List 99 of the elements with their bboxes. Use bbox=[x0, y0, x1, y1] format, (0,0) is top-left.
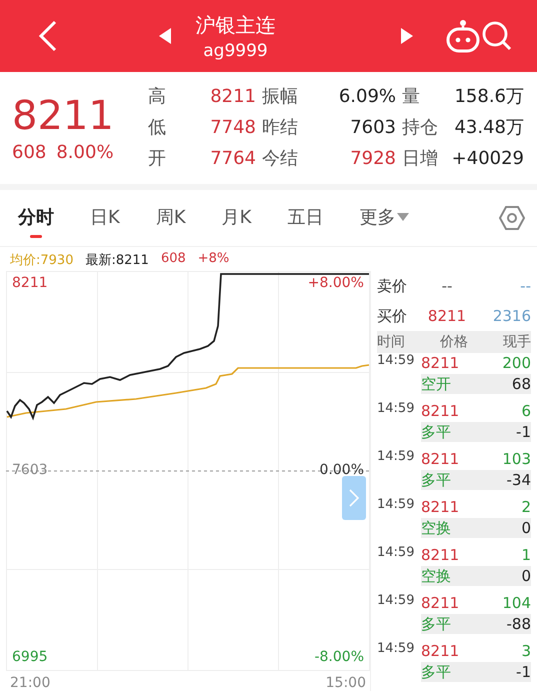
price-axis-label: 7603 bbox=[12, 461, 48, 479]
book-volume: -- bbox=[519, 277, 531, 295]
position-change: 0 bbox=[521, 518, 531, 538]
time-axis-label: 15:00 bbox=[326, 675, 366, 691]
tick-type: 空换 bbox=[421, 566, 451, 586]
tick-volume: 103 bbox=[502, 449, 531, 469]
price-change: 608 bbox=[12, 142, 46, 162]
stat-value: 43.48万 bbox=[453, 116, 524, 140]
contract-code: ag9999 bbox=[203, 40, 268, 60]
tick-type: 多平 bbox=[421, 662, 451, 682]
previous-button[interactable] bbox=[159, 28, 171, 44]
assistant-button[interactable] bbox=[445, 19, 481, 53]
left-triangle-icon bbox=[159, 28, 171, 44]
stat-label: 低 bbox=[147, 116, 166, 140]
column-header: 时间 bbox=[377, 333, 405, 351]
price-axis-label: 6995 bbox=[12, 648, 48, 666]
last-price: 8211 bbox=[12, 94, 115, 138]
column-header: 现手 bbox=[503, 333, 531, 351]
stat-value: 8211 bbox=[209, 85, 256, 109]
tick-volume: 1 bbox=[521, 545, 531, 565]
tick-price: 8211 bbox=[421, 641, 460, 661]
time-axis-label: 21:00 bbox=[10, 675, 50, 691]
tick-time: 14:59 bbox=[377, 449, 416, 466]
tick-type: 多平 bbox=[421, 422, 451, 442]
book-volume: 2316 bbox=[492, 307, 531, 325]
tick-type: 空开 bbox=[421, 374, 451, 394]
position-change: -88 bbox=[506, 614, 531, 634]
tick-price: 8211 bbox=[421, 497, 460, 517]
book-price: -- bbox=[440, 277, 454, 295]
caret-icon bbox=[397, 212, 410, 222]
back-button[interactable] bbox=[38, 20, 58, 52]
period-tab[interactable]: 月K bbox=[222, 197, 252, 239]
more-tab[interactable]: 更多 bbox=[359, 197, 410, 239]
stat-label: 高 bbox=[147, 85, 166, 109]
percent-axis-label: +8.00% bbox=[308, 274, 364, 292]
latest-price: 最新:8211 bbox=[85, 252, 149, 270]
position-change: 68 bbox=[512, 374, 531, 394]
tick-price: 8211 bbox=[421, 449, 460, 469]
stat-value: 7764 bbox=[209, 147, 256, 171]
stat-value: 7748 bbox=[209, 116, 256, 140]
stat-value: 158.6万 bbox=[453, 85, 524, 109]
average-price: 均价:7930 bbox=[10, 252, 74, 270]
tick-price: 8211 bbox=[421, 545, 460, 565]
position-change: -34 bbox=[506, 470, 531, 490]
position-change: -1 bbox=[516, 662, 531, 682]
percent-axis-label: 0.00% bbox=[320, 461, 364, 479]
stat-label: 昨结 bbox=[261, 116, 299, 140]
search-button[interactable] bbox=[481, 20, 513, 52]
stat-label: 日增 bbox=[401, 147, 439, 171]
chevron-right-icon bbox=[349, 489, 359, 507]
tick-time: 14:59 bbox=[377, 545, 416, 562]
stat-value: 7928 bbox=[349, 147, 396, 171]
robot-icon bbox=[445, 19, 481, 53]
column-header: 价格 bbox=[440, 333, 468, 351]
change-percent: 8.00% bbox=[56, 142, 114, 162]
tick-volume: 3 bbox=[521, 641, 531, 661]
tick-price: 8211 bbox=[421, 401, 460, 421]
back-icon bbox=[38, 20, 58, 52]
stat-label: 今结 bbox=[261, 147, 299, 171]
tick-time: 14:59 bbox=[377, 401, 416, 418]
tick-type: 多平 bbox=[421, 470, 451, 490]
tick-volume: 2 bbox=[521, 497, 531, 517]
tick-price: 8211 bbox=[421, 593, 460, 613]
percent-axis-label: -8.00% bbox=[314, 648, 364, 666]
stat-label: 持仓 bbox=[401, 116, 439, 140]
stat-value: 6.09% bbox=[338, 85, 396, 109]
settings-icon bbox=[499, 205, 525, 231]
tick-volume: 104 bbox=[502, 593, 531, 613]
stat-value: +40029 bbox=[450, 147, 524, 171]
tick-volume: 200 bbox=[502, 353, 531, 373]
position-change: -1 bbox=[516, 422, 531, 442]
tick-time: 14:59 bbox=[377, 593, 416, 610]
tick-type: 空换 bbox=[421, 518, 451, 538]
settings-button[interactable] bbox=[499, 205, 525, 231]
stat-value: 7603 bbox=[349, 116, 396, 140]
tick-time: 14:59 bbox=[377, 641, 416, 658]
stat-label: 开 bbox=[147, 147, 166, 171]
book-label: 卖价 bbox=[377, 276, 408, 296]
tick-price: 8211 bbox=[421, 353, 460, 373]
period-tab[interactable]: 周K bbox=[156, 197, 186, 239]
tick-type: 多平 bbox=[421, 614, 451, 634]
search-icon bbox=[481, 20, 513, 52]
book-price: 8211 bbox=[426, 307, 468, 325]
change-percent: +8% bbox=[198, 251, 230, 268]
period-tab[interactable]: 五日 bbox=[287, 197, 324, 239]
period-tab[interactable]: 日K bbox=[90, 197, 120, 239]
tick-time: 14:59 bbox=[377, 497, 416, 514]
book-label: 买价 bbox=[377, 306, 408, 326]
tick-volume: 6 bbox=[521, 401, 531, 421]
stat-label: 量 bbox=[401, 85, 421, 109]
price-change: 608 bbox=[160, 251, 186, 268]
right-triangle-icon bbox=[401, 28, 413, 44]
contract-title: 沪银主连 bbox=[196, 12, 276, 38]
next-button[interactable] bbox=[401, 28, 413, 44]
tick-time: 14:59 bbox=[377, 353, 416, 370]
period-tab[interactable]: 分时 bbox=[18, 197, 54, 239]
price-axis-label: 8211 bbox=[12, 274, 48, 292]
position-change: 0 bbox=[521, 566, 531, 586]
stat-label: 振幅 bbox=[261, 85, 299, 109]
